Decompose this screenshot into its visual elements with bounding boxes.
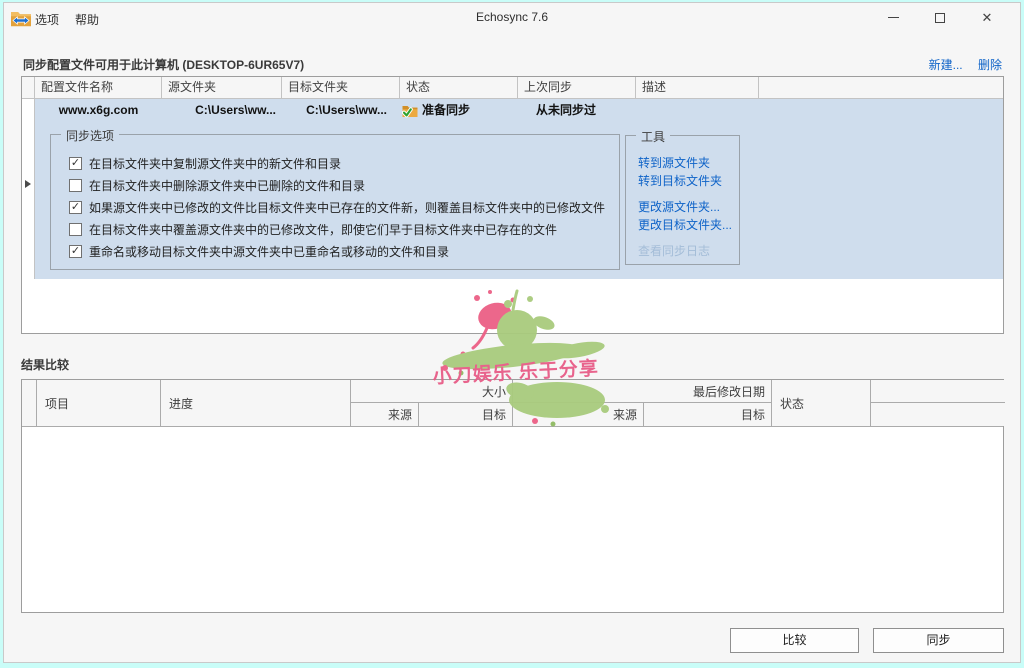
results-section-title: 结果比较 (21, 356, 69, 373)
go-to-target-folder-link[interactable]: 转到目标文件夹 (638, 172, 722, 189)
results-size-target[interactable]: 目标 (419, 403, 513, 426)
tools-legend: 工具 (636, 128, 670, 145)
checkbox-overwrite-older[interactable] (69, 223, 82, 236)
row-expander-gutter[interactable] (22, 122, 35, 279)
checkbox-rename-moved[interactable]: ✓ (69, 245, 82, 258)
profile-detail-body: 同步选项 ✓ 在目标文件夹中复制源文件夹中的新文件和目录 在目标文件夹中删除源文… (35, 122, 1003, 279)
column-header-source-folder[interactable]: 源文件夹 (162, 77, 282, 98)
sync-options-group: 同步选项 ✓ 在目标文件夹中复制源文件夹中的新文件和目录 在目标文件夹中删除源文… (50, 134, 620, 270)
results-filler-bottom (871, 403, 1005, 426)
status-text: 准备同步 (422, 99, 470, 122)
results-column-status[interactable]: 状态 (772, 380, 871, 426)
sync-option-row[interactable]: ✓ 如果源文件夹中已修改的文件比目标文件夹中已存在的文件新，则覆盖目标文件夹中的… (69, 199, 605, 215)
sync-option-label: 在目标文件夹中复制源文件夹中的新文件和目录 (89, 155, 341, 172)
column-header-status[interactable]: 状态 (400, 77, 518, 98)
window-title: Echosync 7.6 (4, 10, 1020, 24)
sync-option-label: 重命名或移动目标文件夹中源文件夹中已重命名或移动的文件和目录 (89, 243, 449, 260)
sync-option-label: 在目标文件夹中覆盖源文件夹中的已修改文件，即使它们早于目标文件夹中已存在的文件 (89, 221, 557, 238)
results-size-source[interactable]: 来源 (351, 403, 419, 426)
checkbox-delete-removed[interactable] (69, 179, 82, 192)
sync-option-row[interactable]: 在目标文件夹中删除源文件夹中已删除的文件和目录 (69, 177, 365, 193)
results-group-size[interactable]: 大小 (351, 380, 513, 403)
column-header-last-sync[interactable]: 上次同步 (518, 77, 636, 98)
new-profile-link[interactable]: 新建... (929, 58, 963, 72)
results-group-modified[interactable]: 最后修改日期 (513, 380, 772, 403)
column-header-description[interactable]: 描述 (636, 77, 759, 98)
last-sync-cell[interactable]: 从未同步过 (518, 99, 636, 122)
sync-options-legend: 同步选项 (61, 127, 119, 144)
sync-button[interactable]: 同步 (873, 628, 1004, 653)
compare-button[interactable]: 比较 (730, 628, 859, 653)
profiles-table: 配置文件名称 源文件夹 目标文件夹 状态 上次同步 描述 www.x6g.com… (21, 76, 1004, 334)
checkbox-overwrite-newer[interactable]: ✓ (69, 201, 82, 214)
column-header-target-folder[interactable]: 目标文件夹 (282, 77, 400, 98)
results-filler-top (871, 380, 1005, 403)
results-table: 项目 进度 大小 来源 目标 最后修改日期 来源 目标 状态 (21, 379, 1004, 613)
profiles-section-title: 同步配置文件可用于此计算机 (DESKTOP-6UR65V7) (23, 56, 304, 73)
sync-option-row[interactable]: ✓ 在目标文件夹中复制源文件夹中的新文件和目录 (69, 155, 341, 171)
go-to-source-folder-link[interactable]: 转到源文件夹 (638, 154, 710, 171)
profile-detail-panel: 同步选项 ✓ 在目标文件夹中复制源文件夹中的新文件和目录 在目标文件夹中删除源文… (22, 122, 1003, 279)
tools-group: 工具 转到源文件夹 转到目标文件夹 更改源文件夹... 更改目标文件夹... 查… (625, 135, 740, 265)
column-header-profile-name[interactable]: 配置文件名称 (35, 77, 162, 98)
results-column-item[interactable]: 项目 (37, 380, 161, 426)
profile-row[interactable]: www.x6g.com C:\Users\ww... C:\Users\ww..… (22, 99, 1003, 122)
close-button[interactable]: ✕ (970, 3, 1004, 32)
results-selector-header (22, 380, 37, 426)
description-cell[interactable] (636, 99, 759, 122)
sync-option-row[interactable]: ✓ 重命名或移动目标文件夹中源文件夹中已重命名或移动的文件和目录 (69, 243, 449, 259)
minimize-icon (888, 17, 899, 18)
results-modified-source[interactable]: 来源 (513, 403, 644, 426)
checkbox-copy-new[interactable]: ✓ (69, 157, 82, 170)
results-header-divider (22, 426, 1003, 427)
close-icon: ✕ (982, 11, 993, 24)
target-folder-cell[interactable]: C:\Users\ww... (282, 99, 400, 122)
sync-ready-folder-icon (402, 104, 418, 118)
title-bar[interactable]: 选项 帮助 Echosync 7.6 ✕ (4, 3, 1020, 33)
results-column-progress[interactable]: 进度 (161, 380, 351, 426)
results-modified-target[interactable]: 目标 (644, 403, 772, 426)
profile-actions: 新建... 删除 (917, 56, 1002, 73)
maximize-icon (935, 13, 945, 23)
sync-option-row[interactable]: 在目标文件夹中覆盖源文件夹中的已修改文件，即使它们早于目标文件夹中已存在的文件 (69, 221, 557, 237)
delete-profile-link[interactable]: 删除 (978, 58, 1002, 72)
sync-option-label: 如果源文件夹中已修改的文件比目标文件夹中已存在的文件新，则覆盖目标文件夹中的已修… (89, 199, 605, 216)
change-source-folder-link[interactable]: 更改源文件夹... (638, 198, 720, 215)
row-selector-header (22, 77, 35, 98)
sync-option-label: 在目标文件夹中删除源文件夹中已删除的文件和目录 (89, 177, 365, 194)
profile-name-cell[interactable]: www.x6g.com (35, 99, 162, 122)
change-target-folder-link[interactable]: 更改目标文件夹... (638, 216, 732, 233)
source-folder-cell[interactable]: C:\Users\ww... (162, 99, 282, 122)
column-header-filler (759, 77, 1003, 98)
status-cell[interactable]: 准备同步 (400, 99, 518, 122)
row-filler-cell (759, 99, 1003, 122)
app-window: 选项 帮助 Echosync 7.6 ✕ 同步配置文件可用于此计算机 (DESK… (3, 2, 1021, 663)
row-expander-arrow-icon (25, 180, 31, 188)
maximize-button[interactable] (923, 3, 957, 32)
row-selector-cell[interactable] (22, 99, 35, 122)
view-sync-log-link: 查看同步日志 (638, 242, 710, 259)
minimize-button[interactable] (876, 3, 910, 32)
profiles-table-header: 配置文件名称 源文件夹 目标文件夹 状态 上次同步 描述 (22, 77, 1003, 99)
